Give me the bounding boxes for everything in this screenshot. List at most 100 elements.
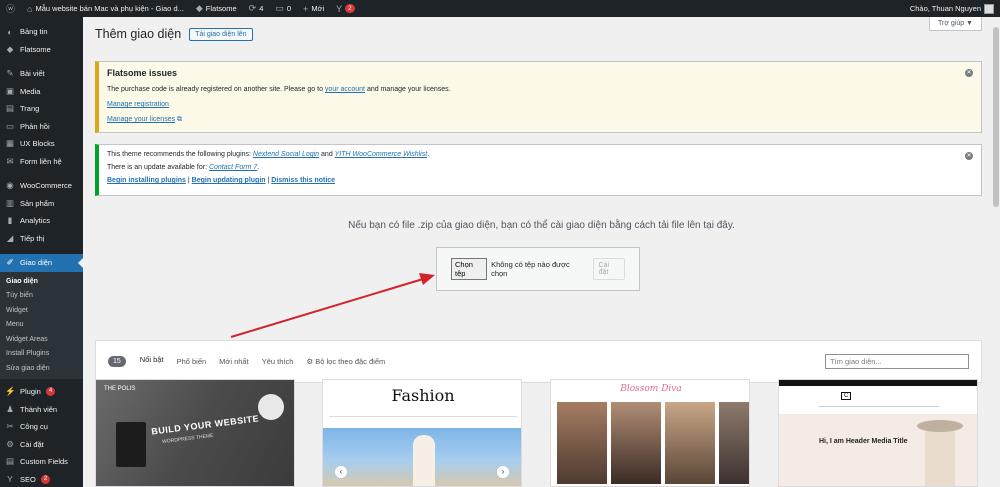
sidebar-item-custom-fields[interactable]: ▤ Custom Fields	[0, 453, 83, 471]
comments-link[interactable]: ▭ 0	[269, 0, 297, 17]
tab-popular[interactable]: Phổ biến	[177, 340, 207, 383]
sidebar-item-users[interactable]: ♟ Thành viên	[0, 401, 83, 419]
no-file-label: Không có tệp nào được chọn	[491, 260, 570, 278]
sidebar-item-ux-blocks[interactable]: ▦ UX Blocks	[0, 135, 83, 153]
submenu-menus[interactable]: Menu	[0, 318, 83, 333]
plugin-icon: ⚡	[5, 386, 16, 397]
dismiss-icon[interactable]: ✕	[965, 69, 973, 77]
phone-image	[116, 422, 146, 467]
submenu-customize[interactable]: Tùy biến	[0, 289, 83, 304]
sidebar-item-comments[interactable]: ▭ Phản hồi	[0, 118, 83, 136]
page-scrollbar[interactable]	[992, 17, 1000, 487]
nextend-social-login-link[interactable]: Nextend Social Login	[253, 151, 319, 158]
theme-logo: THE POLIS	[104, 386, 136, 392]
submenu-theme-editor[interactable]: Sửa giao diện	[0, 362, 83, 377]
submenu-themes[interactable]: Giao diện	[0, 275, 83, 290]
theme-logo: C	[841, 392, 852, 400]
mail-icon: ✉	[6, 155, 14, 166]
page-title: Thêm giao diện	[95, 27, 182, 41]
sidebar-item-pages[interactable]: ▤ Trang	[0, 100, 83, 118]
sidebar-item-tools[interactable]: ✂ Công cụ	[0, 418, 83, 436]
upload-theme-button[interactable]: Tải giao diện lên	[189, 27, 253, 41]
tab-featured[interactable]: Nổi bật	[139, 340, 164, 383]
yoast-menu[interactable]: Y 2	[330, 0, 361, 17]
scrollbar-thumb[interactable]	[993, 27, 999, 207]
sidebar-item-dashboard[interactable]: ◐ Bảng tin	[0, 23, 83, 41]
begin-updating-link[interactable]: Begin updating plugin	[192, 177, 266, 184]
your-account-link[interactable]: your account	[325, 86, 365, 93]
comment-icon: ▭	[5, 120, 15, 131]
appearance-submenu: Giao diện Tùy biến Widget Menu Widget Ar…	[0, 271, 83, 379]
theme-card-header-media[interactable]: C Hi, I am Header Media Title	[778, 379, 978, 487]
manage-licenses-link[interactable]: Manage your licenses	[107, 116, 175, 123]
upload-instruction: Nếu bạn có file .zip của giao diện, bạn …	[348, 220, 735, 231]
choose-file-button[interactable]: Chọn tệp	[451, 258, 488, 280]
help-tab[interactable]: Trợ giúp ▼	[929, 17, 982, 31]
sidebar-item-marketing[interactable]: ◢ Tiếp thị	[0, 230, 83, 248]
theme-card-the-polis[interactable]: THE POLIS BUILD YOUR WEBSITE WORDPRESS T…	[95, 379, 295, 487]
sidebar-item-analytics[interactable]: ▮ Analytics	[0, 212, 83, 230]
post-card	[665, 402, 715, 484]
prev-arrow-icon[interactable]: ‹	[335, 466, 347, 478]
sidebar-item-products[interactable]: ▥ Sản phẩm	[0, 195, 83, 213]
home-icon: ⌂	[27, 3, 33, 14]
comment-icon: ▭	[275, 3, 284, 13]
contact-form-7-link[interactable]: Contact Form 7	[209, 164, 257, 171]
admin-bar: ⓦ ⌂ Mẫu website bán Mac và phụ kiện - Gi…	[0, 0, 1000, 17]
appearance-icon: ✐	[6, 257, 14, 268]
notice-title: Flatsome issues	[107, 68, 178, 78]
flatsome-menu[interactable]: ◆ Flatsome	[190, 0, 243, 17]
theme-card-fashion[interactable]: Fashion ‹ ›	[322, 379, 522, 487]
yith-wishlist-link[interactable]: YITH WooCommerce Wishlist	[335, 151, 428, 158]
site-name-link[interactable]: ⌂ Mẫu website bán Mac và phụ kiện - Giao…	[21, 0, 190, 17]
plus-icon: +	[303, 3, 309, 14]
sidebar-item-settings[interactable]: ⚙ Cài đặt	[0, 436, 83, 454]
flatsome-issues-notice: Flatsome issues The purchase code is alr…	[95, 61, 982, 133]
fields-icon: ▤	[5, 456, 15, 467]
refresh-icon: ⟳	[248, 3, 257, 13]
sidebar-item-flatsome[interactable]: ◆ Flatsome	[0, 41, 83, 59]
submenu-install-plugins[interactable]: Install Plugins	[0, 347, 83, 362]
woocommerce-icon: ◉	[6, 180, 14, 191]
manage-registration-link[interactable]: Manage registration	[107, 101, 169, 108]
search-themes-input[interactable]: Tìm giao diện...	[825, 354, 969, 369]
account-menu[interactable]: Chào, Thuan Nguyen	[904, 0, 1000, 17]
begin-installing-link[interactable]: Begin installing plugins	[107, 177, 186, 184]
admin-sidebar: ◐ Bảng tin ◆ Flatsome ✎ Bài viết ▣ Media ▤ Tr…	[0, 17, 83, 487]
dismiss-notice-link[interactable]: Dismiss this notice	[271, 177, 335, 184]
theme-card-blossom-diva[interactable]: Blossom Diva	[550, 379, 750, 487]
sidebar-item-appearance[interactable]: ✐ Giao diện	[0, 254, 83, 272]
flatsome-icon: ◆	[6, 43, 14, 54]
users-icon: ♟	[6, 403, 14, 414]
notice-text: The purchase code is already registered …	[107, 86, 451, 93]
new-content-link[interactable]: + Mới	[297, 0, 330, 17]
sidebar-item-posts[interactable]: ✎ Bài viết	[0, 65, 83, 83]
product-icon: ▥	[5, 197, 15, 208]
submenu-widget-areas[interactable]: Widget Areas	[0, 333, 83, 348]
blocks-icon: ▦	[5, 138, 15, 149]
pin-icon: ✎	[6, 68, 14, 79]
dismiss-icon[interactable]: ✕	[965, 152, 973, 160]
external-link-icon: ⧉	[177, 116, 183, 123]
dashboard-icon: ◐	[7, 26, 13, 37]
analytics-icon: ▮	[7, 215, 13, 226]
yoast-badge: 2	[345, 4, 355, 13]
install-button[interactable]: Cài đặt	[592, 258, 625, 280]
avatar	[984, 3, 994, 14]
feature-filter-button[interactable]: ⚙ Bộ lọc theo đặc điểm	[306, 340, 385, 383]
sidebar-item-plugins[interactable]: ⚡ Plugin 4	[0, 383, 83, 401]
wordpress-logo-icon[interactable]: ⓦ	[0, 0, 21, 17]
tab-latest[interactable]: Mới nhất	[219, 340, 249, 383]
sidebar-item-woocommerce[interactable]: ◉ WooCommerce	[0, 177, 83, 195]
main-content: Trợ giúp ▼ Thêm giao diện Tải giao diện …	[83, 17, 1000, 487]
sidebar-item-media[interactable]: ▣ Media	[0, 83, 83, 101]
next-arrow-icon[interactable]: ›	[497, 466, 509, 478]
sidebar-item-contact-form[interactable]: ✉ Form liên hệ	[0, 153, 83, 171]
tab-favorites[interactable]: Yêu thích	[262, 340, 294, 383]
submenu-widgets[interactable]: Widget	[0, 304, 83, 319]
seo-badge: 2	[40, 474, 51, 484]
upload-form: Chọn tệp Không có tệp nào được chọn Cài …	[436, 247, 640, 291]
updates-link[interactable]: ⟳ 4	[243, 0, 270, 17]
theme-title: Blossom Diva	[620, 384, 682, 394]
sidebar-item-seo[interactable]: Y SEO 2	[0, 471, 83, 487]
